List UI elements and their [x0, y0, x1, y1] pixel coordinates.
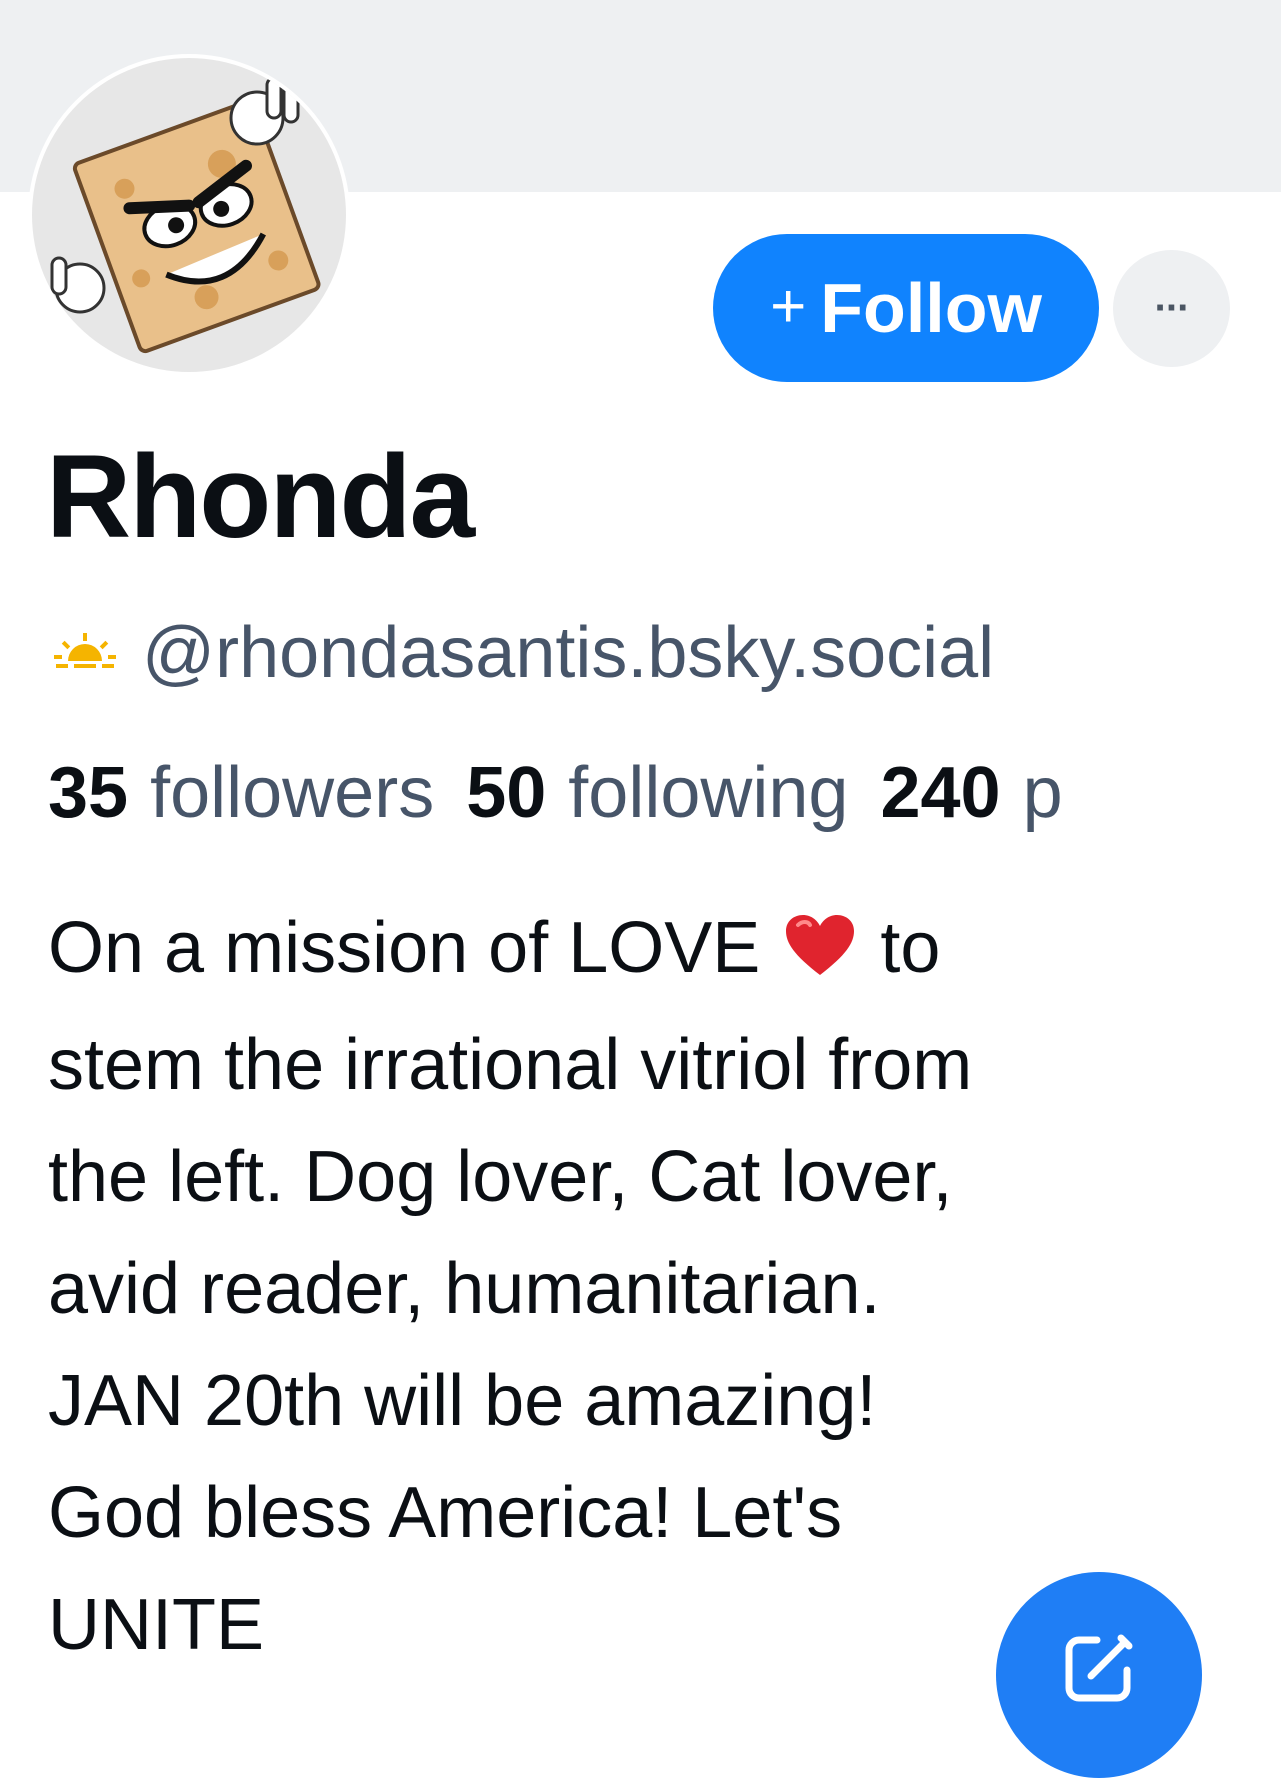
posts-count: 240 — [880, 753, 1001, 833]
ellipsis-icon: ··· — [1154, 286, 1191, 330]
bio-text-start: On a mission of LOVE — [48, 908, 761, 988]
more-options-button[interactable]: ··· — [1113, 250, 1230, 367]
posts-label: p — [1022, 753, 1063, 833]
followers-link[interactable]: followers — [150, 752, 434, 834]
followers-count: 35 — [48, 753, 129, 833]
handle-row: @rhondasantis.bsky.social — [50, 612, 994, 694]
profile-stats: 35 followers 50 following 240 p — [48, 752, 1095, 834]
plus-icon: + — [770, 271, 807, 341]
following-link[interactable]: following — [568, 752, 848, 834]
following-count: 50 — [466, 753, 547, 833]
sun-icon — [50, 631, 120, 676]
display-name: Rhonda — [46, 431, 475, 563]
bio-text-rest: stem the irrational vitriol from the lef… — [48, 1024, 973, 1665]
bio-text-line1-end: to — [880, 908, 941, 988]
heart-icon — [784, 897, 856, 1009]
compose-icon — [1061, 1630, 1137, 1711]
compose-button[interactable] — [996, 1572, 1202, 1778]
profile-bio: On a mission of LOVE to stem the irratio… — [48, 892, 1198, 1681]
avatar-image — [32, 58, 346, 372]
follow-button-label: Follow — [820, 269, 1042, 347]
follow-button[interactable]: + Follow — [713, 234, 1099, 382]
avatar[interactable] — [28, 54, 350, 376]
profile-handle[interactable]: @rhondasantis.bsky.social — [142, 612, 994, 694]
